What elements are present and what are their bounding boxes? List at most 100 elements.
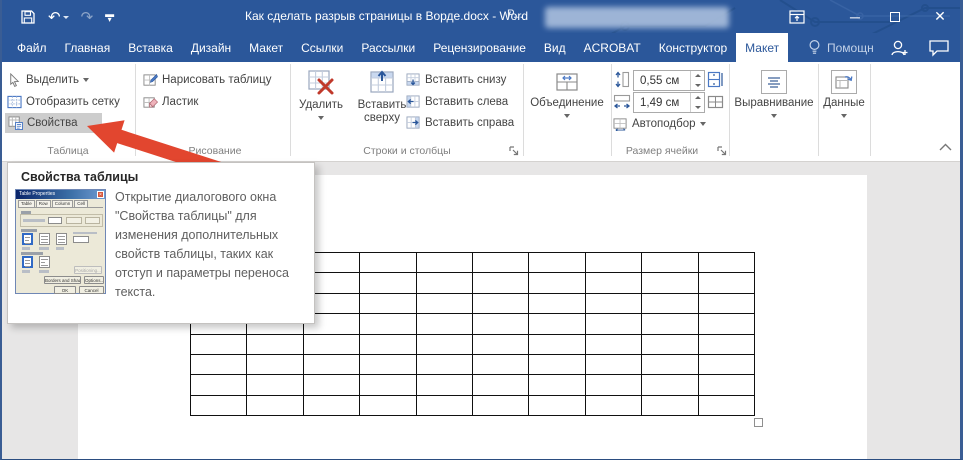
table-cell[interactable] xyxy=(417,355,473,375)
table-cell[interactable] xyxy=(529,375,585,395)
insert-left-button[interactable]: Вставить слева xyxy=(406,92,508,112)
alignment-button[interactable]: Выравнивание xyxy=(733,64,815,156)
table-cell[interactable] xyxy=(304,375,360,395)
tab-acrobat[interactable]: ACROBAT xyxy=(575,33,650,62)
draw-table-button[interactable]: Нарисовать таблицу xyxy=(143,70,271,90)
tab-layout[interactable]: Макет xyxy=(240,33,292,62)
table-cell[interactable] xyxy=(586,314,642,334)
table-cell[interactable] xyxy=(586,253,642,273)
table-cell[interactable] xyxy=(699,396,755,416)
table-cell[interactable] xyxy=(247,335,303,355)
tab-table-design[interactable]: Конструктор xyxy=(650,33,736,62)
table-cell[interactable] xyxy=(473,253,529,273)
tab-design[interactable]: Дизайн xyxy=(182,33,240,62)
table-cell[interactable] xyxy=(642,253,698,273)
customize-qat-button[interactable]: ▬▾ xyxy=(105,12,114,22)
table-cell[interactable] xyxy=(473,375,529,395)
table-cell[interactable] xyxy=(473,294,529,314)
table-cell[interactable] xyxy=(529,253,585,273)
table-cell[interactable] xyxy=(529,335,585,355)
row-height-input[interactable] xyxy=(634,71,690,90)
row-height-spinner[interactable] xyxy=(690,71,704,90)
table-cell[interactable] xyxy=(191,375,247,395)
table-resize-handle[interactable] xyxy=(754,418,763,427)
table-cell[interactable] xyxy=(699,335,755,355)
tab-mailings[interactable]: Рассылки xyxy=(352,33,424,62)
insert-right-button[interactable]: Вставить справа xyxy=(406,113,514,133)
ribbon-display-options-button[interactable] xyxy=(782,0,812,33)
table-cell[interactable] xyxy=(247,355,303,375)
comments-button[interactable] xyxy=(928,33,950,62)
table-cell[interactable] xyxy=(699,273,755,293)
table-cell[interactable] xyxy=(586,273,642,293)
tab-table-layout-active[interactable]: Макет xyxy=(736,33,788,62)
table-cell[interactable] xyxy=(529,314,585,334)
tab-references[interactable]: Ссылки xyxy=(292,33,352,62)
table-cell[interactable] xyxy=(191,396,247,416)
tab-review[interactable]: Рецензирование xyxy=(424,33,535,62)
table-cell[interactable] xyxy=(473,335,529,355)
table-cell[interactable] xyxy=(473,355,529,375)
table-properties-button[interactable]: Свойства xyxy=(5,113,102,133)
maximize-button[interactable] xyxy=(880,0,910,33)
tab-home[interactable]: Главная xyxy=(56,33,120,62)
table-cell[interactable] xyxy=(360,253,416,273)
table-cell[interactable] xyxy=(417,294,473,314)
table-cell[interactable] xyxy=(699,375,755,395)
table-cell[interactable] xyxy=(191,355,247,375)
distribute-columns-icon[interactable] xyxy=(707,94,724,111)
table-cell[interactable] xyxy=(642,396,698,416)
table-cell[interactable] xyxy=(586,396,642,416)
distribute-rows-icon[interactable] xyxy=(707,71,724,88)
table-cell[interactable] xyxy=(360,294,416,314)
table-cell[interactable] xyxy=(304,355,360,375)
table-cell[interactable] xyxy=(417,375,473,395)
table-cell[interactable] xyxy=(360,375,416,395)
tell-me-help[interactable]: Помощн xyxy=(808,33,874,62)
table-cell[interactable] xyxy=(360,335,416,355)
table-cell[interactable] xyxy=(360,314,416,334)
insert-above-button[interactable]: Вставить сверху xyxy=(352,64,412,156)
table-cell[interactable] xyxy=(529,273,585,293)
rows-cols-dialog-launcher[interactable] xyxy=(508,145,520,157)
merge-button[interactable]: Объединение xyxy=(526,64,608,156)
table-cell[interactable] xyxy=(247,375,303,395)
share-button[interactable] xyxy=(888,33,910,62)
select-table-button[interactable]: Выделить xyxy=(7,70,89,90)
autofit-button[interactable]: Автоподбор xyxy=(613,114,706,134)
insert-below-button[interactable]: Вставить снизу xyxy=(406,70,506,90)
table-cell[interactable] xyxy=(247,396,303,416)
tab-view[interactable]: Вид xyxy=(535,33,575,62)
table-cell[interactable] xyxy=(586,335,642,355)
table-cell[interactable] xyxy=(417,335,473,355)
save-button[interactable] xyxy=(20,9,36,25)
table-cell[interactable] xyxy=(304,396,360,416)
undo-button[interactable]: ↶ xyxy=(48,10,69,25)
view-gridlines-button[interactable]: Отобразить сетку xyxy=(7,92,120,112)
column-width-input[interactable] xyxy=(634,93,690,112)
table-cell[interactable] xyxy=(417,273,473,293)
table-cell[interactable] xyxy=(642,355,698,375)
table-cell[interactable] xyxy=(473,273,529,293)
tab-file[interactable]: Файл xyxy=(8,33,56,62)
table-cell[interactable] xyxy=(699,314,755,334)
table-cell[interactable] xyxy=(529,396,585,416)
table-cell[interactable] xyxy=(360,355,416,375)
table-cell[interactable] xyxy=(699,355,755,375)
table-cell[interactable] xyxy=(586,355,642,375)
table-cell[interactable] xyxy=(191,335,247,355)
eraser-button[interactable]: Ластик xyxy=(143,92,198,112)
table-cell[interactable] xyxy=(529,355,585,375)
table-cell[interactable] xyxy=(642,273,698,293)
table-cell[interactable] xyxy=(360,396,416,416)
table-cell[interactable] xyxy=(417,396,473,416)
redo-button[interactable]: ↷ xyxy=(81,10,94,25)
cell-size-dialog-launcher[interactable] xyxy=(716,145,728,157)
table-cell[interactable] xyxy=(699,294,755,314)
close-button[interactable]: ✕ xyxy=(924,0,956,33)
table-cell[interactable] xyxy=(304,335,360,355)
table-cell[interactable] xyxy=(529,294,585,314)
table-cell[interactable] xyxy=(642,375,698,395)
table-cell[interactable] xyxy=(642,335,698,355)
table-cell[interactable] xyxy=(586,375,642,395)
